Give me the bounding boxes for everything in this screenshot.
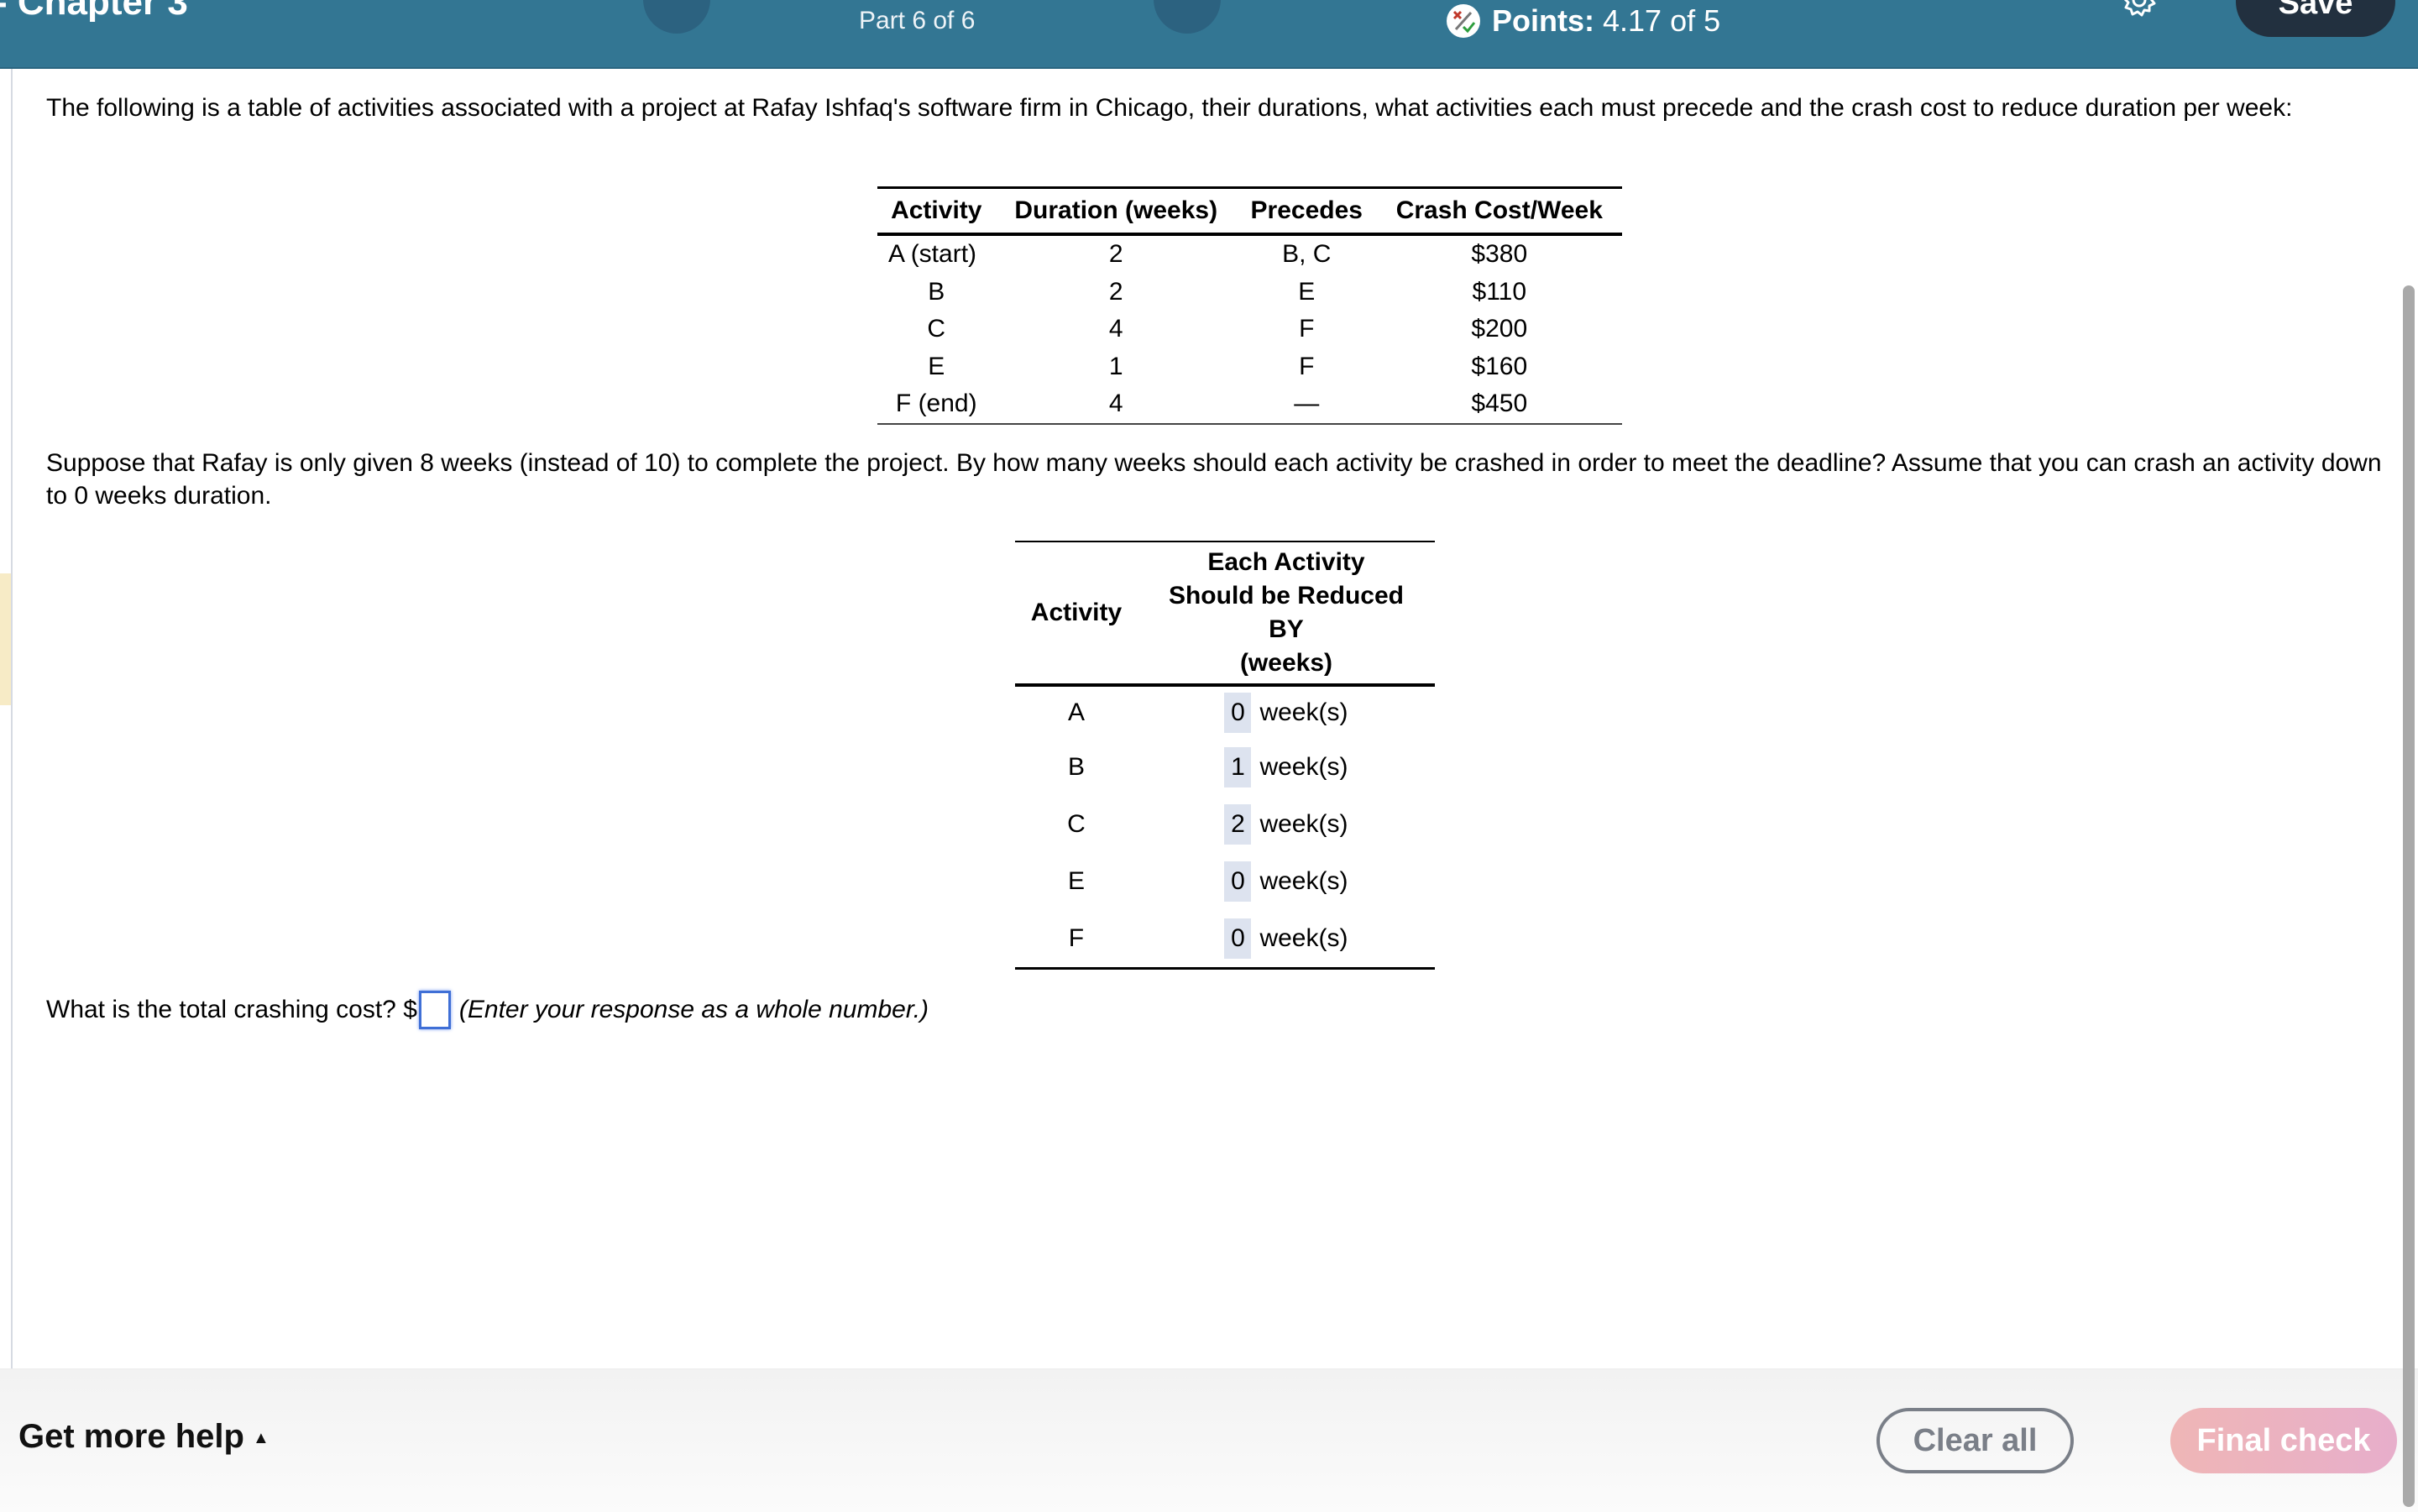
table-row: B 1 week(s) (1015, 739, 1435, 796)
final-check-button[interactable]: Final check (2170, 1408, 2397, 1473)
table-row: F 0 week(s) (1015, 910, 1435, 969)
points-display: Points: 4.17 of 5 (1447, 3, 1720, 39)
chevron-right-icon: › (1182, 0, 1191, 8)
cell-reduction: 2 week(s) (1138, 796, 1435, 853)
table-row: C 4 F $200 (877, 311, 1622, 348)
left-rail-divider (11, 69, 13, 1368)
header-line: (weeks) (1239, 649, 1332, 677)
column-header-reduction: Each Activity Should be Reduced BY (week… (1137, 541, 1435, 687)
caret-up-icon: ▲ (252, 1428, 270, 1447)
score-icon (1447, 4, 1480, 38)
unit-label: week(s) (1259, 753, 1348, 781)
part-indicator: Part 6 of 6 (859, 7, 976, 34)
cell-precedes: — (1294, 390, 1320, 418)
get-more-help-button[interactable]: Get more help ▲ (18, 1418, 270, 1456)
reduction-answer-e[interactable]: 0 (1224, 861, 1252, 902)
cell-precedes: B, C (1282, 240, 1332, 269)
table-row: B 2 E $110 (877, 274, 1622, 311)
table-row: E 1 F $160 (877, 348, 1622, 386)
cell-crash-cost: $200 (1471, 315, 1528, 343)
header-line: Should be Reduced (1168, 582, 1404, 610)
table-row: E 0 week(s) (1015, 853, 1435, 910)
cell-activity: A (1067, 698, 1085, 726)
total-cost-input[interactable] (418, 991, 451, 1029)
points-label: Points: (1492, 3, 1594, 38)
cell-activity: B (1067, 753, 1085, 781)
column-header: Precedes (1236, 187, 1377, 236)
cost-question-label: What is the total crashing cost? $ (46, 996, 417, 1023)
cell-activity: E (928, 352, 945, 380)
cell-activity: A (start) (888, 240, 977, 269)
activity-table: Activity Duration (weeks) Precedes Crash… (877, 186, 1622, 425)
question-marker (0, 573, 11, 705)
reduction-table-header: Activity Each Activity Should be Reduced… (1015, 541, 1435, 687)
cell-activity: F (end) (895, 390, 977, 418)
column-header: Duration (weeks) (995, 187, 1237, 236)
cell-precedes: F (1299, 352, 1315, 380)
column-header: Crash Cost/Week (1376, 187, 1622, 236)
reduction-answer-f[interactable]: 0 (1224, 918, 1252, 959)
table-row: A 0 week(s) (1015, 685, 1435, 739)
reduction-answer-c[interactable]: 2 (1224, 804, 1252, 845)
cell-duration: 2 (1108, 240, 1123, 269)
cell-duration: 1 (1108, 352, 1123, 380)
next-part-button[interactable]: › (1154, 0, 1221, 34)
points-value: 4.17 of 5 (1603, 3, 1721, 38)
table-row: F (end) 4 — $450 (877, 385, 1622, 424)
table-row: C 2 week(s) (1015, 796, 1435, 853)
cell-reduction: 0 week(s) (1138, 910, 1435, 969)
cost-question: What is the total crashing cost? $ (Ente… (46, 991, 929, 1029)
crash-question: Suppose that Rafay is only given 8 weeks… (46, 449, 2382, 510)
cell-crash-cost: $110 (1472, 277, 1527, 306)
cell-crash-cost: $450 (1471, 390, 1528, 418)
header-line: BY (1269, 615, 1304, 643)
unit-label: week(s) (1259, 924, 1348, 952)
column-header-activity: Activity (1015, 541, 1138, 687)
cell-crash-cost: $380 (1471, 240, 1528, 269)
help-label: Get more help (18, 1418, 244, 1455)
cell-duration: 4 (1108, 315, 1123, 343)
cell-precedes: E (1298, 277, 1316, 306)
cell-activity: C (1067, 810, 1086, 838)
cell-activity: E (1067, 867, 1085, 895)
chapter-title: - Chapter 3 (0, 0, 188, 23)
top-bar: - Chapter 3 ‹ Part 6 of 6 › Points: 4.17… (0, 0, 2418, 69)
points-text: Points: 4.17 of 5 (1492, 3, 1720, 39)
cell-crash-cost: $160 (1471, 352, 1528, 380)
reduction-answer-b[interactable]: 1 (1224, 747, 1252, 787)
cell-reduction: 0 week(s) (1138, 853, 1435, 910)
clear-all-button[interactable]: Clear all (1876, 1408, 2074, 1473)
cell-activity: F (1068, 924, 1085, 952)
footer-bar: Get more help ▲ Clear all Final check (0, 1368, 2418, 1512)
unit-label: week(s) (1259, 810, 1348, 838)
cell-activity: C (927, 315, 946, 343)
unit-label: week(s) (1259, 867, 1348, 895)
chevron-left-icon: ‹ (672, 0, 681, 8)
cell-precedes: F (1299, 315, 1315, 343)
vertical-scrollbar[interactable] (2403, 285, 2415, 1507)
gear-icon[interactable] (2121, 0, 2158, 18)
activity-table-header: Activity Duration (weeks) Precedes Crash… (877, 187, 1622, 236)
cell-reduction: 0 week(s) (1138, 685, 1435, 739)
header-line: Each Activity (1207, 548, 1365, 576)
cell-activity: B (928, 277, 945, 306)
cell-reduction: 1 week(s) (1138, 739, 1435, 796)
table-row: A (start) 2 B, C $380 (877, 234, 1622, 274)
reduction-table: Activity Each Activity Should be Reduced… (1015, 541, 1435, 970)
cell-duration: 4 (1108, 390, 1123, 418)
column-header: Activity (877, 187, 996, 236)
previous-part-button[interactable]: ‹ (643, 0, 710, 34)
problem-intro: The following is a table of activities a… (46, 94, 2293, 122)
reduction-answer-a[interactable]: 0 (1224, 693, 1252, 733)
cell-duration: 2 (1108, 277, 1123, 306)
unit-label: week(s) (1259, 698, 1348, 726)
save-button[interactable]: Save (2236, 0, 2395, 37)
cost-hint: (Enter your response as a whole number.) (458, 996, 929, 1023)
